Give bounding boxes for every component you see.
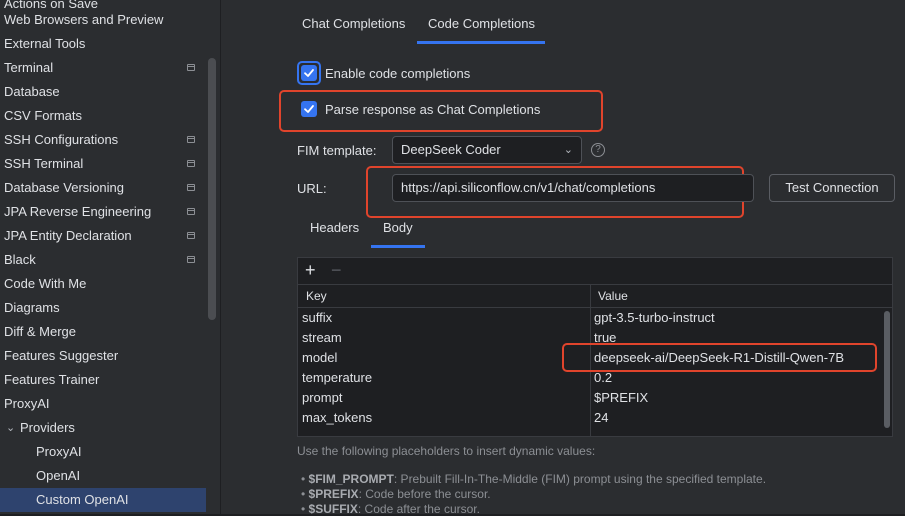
active-tab-indicator	[417, 41, 545, 44]
sidebar-item-terminal[interactable]: Terminal	[0, 56, 206, 80]
table-row[interactable]: prompt $PREFIX	[298, 388, 883, 408]
table-row[interactable]: suffix gpt-3.5-turbo-instruct	[298, 308, 883, 328]
sidebar-item-jpa-entity-declaration[interactable]: JPA Entity Declaration	[0, 224, 206, 248]
sidebar-item-jpa-reverse-engineering[interactable]: JPA Reverse Engineering	[0, 200, 206, 224]
test-connection-button[interactable]: Test Connection	[769, 174, 895, 202]
chevron-down-icon: ⌄	[563, 144, 573, 156]
check-icon	[304, 69, 314, 77]
sidebar-item-providers[interactable]: ⌄ Providers	[0, 416, 206, 440]
url-label: URL:	[297, 181, 327, 196]
table-row[interactable]: max_tokens 24	[298, 408, 883, 428]
table-header: Key Value	[298, 284, 892, 308]
column-header-value[interactable]: Value	[598, 285, 628, 307]
project-settings-icon	[187, 256, 195, 263]
sidebar-item-web-browsers[interactable]: Web Browsers and Preview	[0, 8, 206, 32]
tab-headers[interactable]: Headers	[310, 220, 359, 235]
chevron-down-icon[interactable]: ⌄	[6, 416, 15, 440]
sidebar-item-provider-openai[interactable]: OpenAI	[0, 464, 206, 488]
sidebar-item-external-tools[interactable]: External Tools	[0, 32, 206, 56]
sidebar-item-features-suggester[interactable]: Features Suggester	[0, 344, 206, 368]
table-scrollbar[interactable]	[884, 311, 890, 428]
sidebar-item-ssh-configurations[interactable]: SSH Configurations	[0, 128, 206, 152]
project-settings-icon	[187, 184, 195, 191]
fim-template-dropdown[interactable]: DeepSeek Coder ⌄	[392, 136, 582, 164]
project-settings-icon	[187, 64, 195, 71]
tab-code-completions[interactable]: Code Completions	[428, 16, 535, 31]
sidebar-item-custom-openai[interactable]: Custom OpenAI	[0, 488, 206, 512]
sidebar-item-provider-proxyai[interactable]: ProxyAI	[0, 440, 206, 464]
enable-code-completions-checkbox[interactable]	[301, 65, 317, 81]
sidebar-item-diff-merge[interactable]: Diff & Merge	[0, 320, 206, 344]
enable-code-completions-label[interactable]: Enable code completions	[325, 66, 470, 81]
project-settings-icon	[187, 136, 195, 143]
url-input[interactable]: https://api.siliconflow.cn/v1/chat/compl…	[392, 174, 754, 202]
active-subtab-indicator	[371, 245, 425, 248]
sidebar-item-black[interactable]: Black	[0, 248, 206, 272]
help-icon[interactable]: ?	[591, 143, 605, 157]
settings-content: Chat Completions Code Completions Enable…	[221, 0, 905, 516]
fim-template-label: FIM template:	[297, 143, 377, 158]
parse-response-checkbox[interactable]	[301, 101, 317, 117]
hint-fim-prompt: • $FIM_PROMPT: Prebuilt Fill-In-The-Midd…	[301, 472, 767, 486]
project-settings-icon	[187, 232, 195, 239]
hint-prefix: • $PREFIX: Code before the cursor.	[301, 487, 491, 501]
annotation-box-model	[562, 343, 877, 372]
sidebar-item-database-versioning[interactable]: Database Versioning	[0, 176, 206, 200]
sidebar-scrollbar[interactable]	[208, 58, 216, 320]
sidebar-item-features-trainer[interactable]: Features Trainer	[0, 368, 206, 392]
sidebar-item-csv-formats[interactable]: CSV Formats	[0, 104, 206, 128]
tab-chat-completions[interactable]: Chat Completions	[302, 16, 405, 31]
sidebar-item-ssh-terminal[interactable]: SSH Terminal	[0, 152, 206, 176]
project-settings-icon	[187, 160, 195, 167]
remove-icon[interactable]: −	[331, 260, 342, 280]
sidebar-item-database[interactable]: Database	[0, 80, 206, 104]
sidebar-item-diagrams[interactable]: Diagrams	[0, 296, 206, 320]
parse-response-label[interactable]: Parse response as Chat Completions	[325, 102, 540, 117]
add-icon[interactable]: +	[305, 260, 316, 280]
settings-sidebar: Actions on Save Web Browsers and Preview…	[0, 0, 220, 514]
check-icon	[304, 105, 314, 113]
placeholder-hint-intro: Use the following placeholders to insert…	[297, 444, 596, 458]
sidebar-item-code-with-me[interactable]: Code With Me	[0, 272, 206, 296]
tab-body[interactable]: Body	[383, 220, 413, 235]
table-toolbar: + −	[298, 258, 892, 284]
fim-template-value: DeepSeek Coder	[401, 142, 501, 157]
project-settings-icon	[187, 208, 195, 215]
column-header-key[interactable]: Key	[306, 285, 327, 307]
sidebar-item-proxyai[interactable]: ProxyAI	[0, 392, 206, 416]
